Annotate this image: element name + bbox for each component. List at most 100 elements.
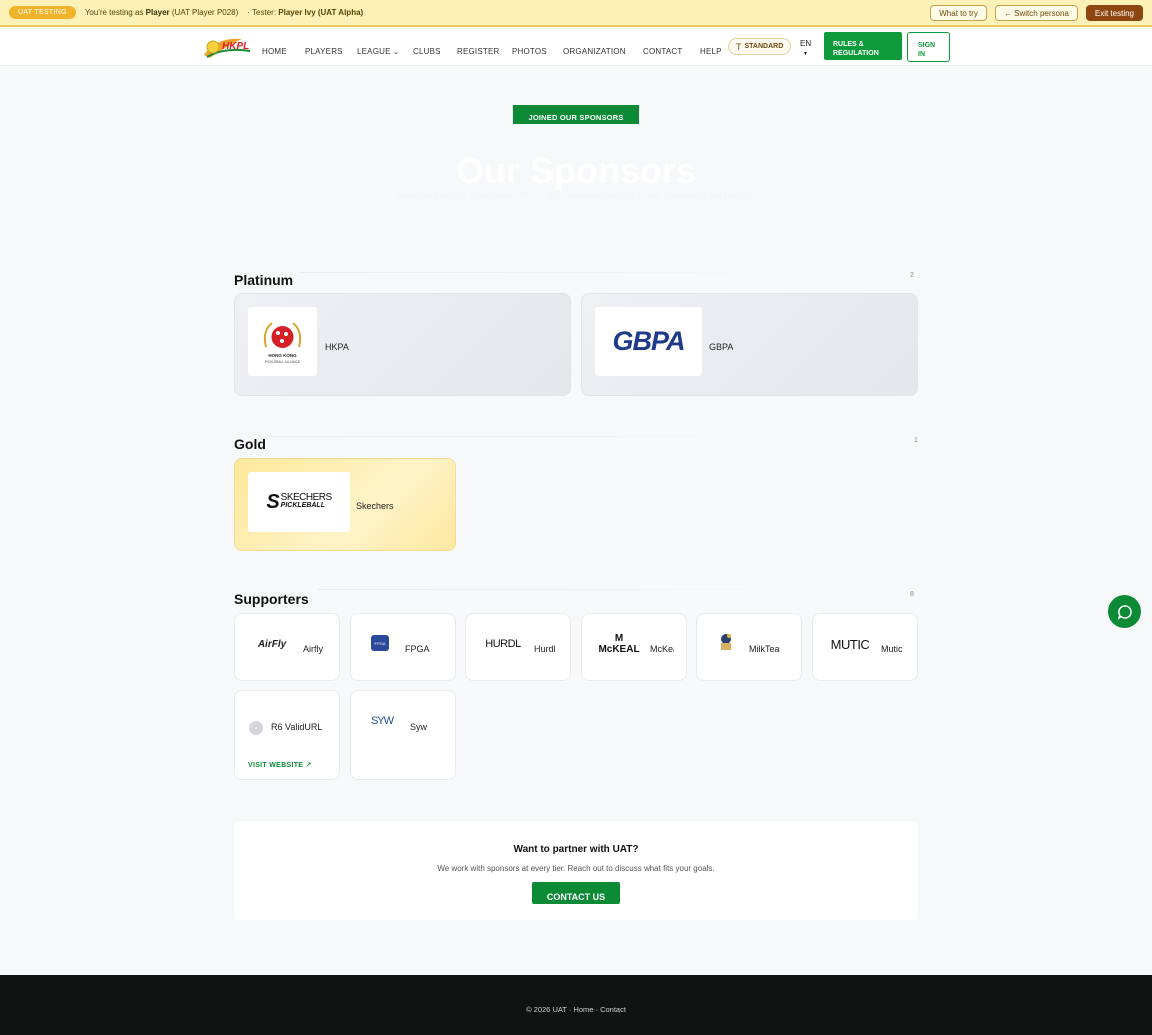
skechers-logo: S SKECHERS PICKLEBALL — [248, 472, 350, 532]
milktea-logo-icon — [721, 634, 731, 650]
uat-tester-name: Player Ivy (UAT Alpha) — [278, 8, 364, 17]
nav-photos[interactable]: PHOTOS — [512, 47, 547, 56]
skechers-logo-line2: PICKLEBALL — [280, 502, 325, 509]
partner-title: Want to partner with UAT? — [513, 844, 639, 855]
rules-regulation-button[interactable]: RULES & REGULATION — [824, 32, 902, 60]
chevron-down-icon: ▾ — [804, 51, 808, 57]
uat-actions: What to try ← Switch persona Exit testin… — [930, 5, 1143, 21]
supporter-card-hurdl[interactable]: HURDL Hurdl — [465, 613, 571, 681]
supporter-name: Mutic — [881, 644, 903, 654]
chevron-down-icon: ⌄ — [393, 49, 400, 56]
skechers-logo-line1: SKECHERS — [280, 492, 333, 503]
skechers-logo-words: SKECHERS PICKLEBALL — [280, 492, 333, 510]
nav-home[interactable]: HOME — [262, 47, 287, 56]
text-size-icon: T — [736, 41, 742, 52]
supporter-card-syw[interactable]: SYW Syw — [350, 690, 456, 780]
footer-text: © 2026 UAT · Home · Contact — [526, 1005, 626, 1014]
sponsor-name: Skechers — [356, 501, 394, 511]
joined-our-sponsors-button[interactable]: JOINED OUR SPONSORS — [513, 105, 639, 124]
sponsor-card-hkpa[interactable]: HONG KONG PICKLEBALL ALLIANCE HKPA — [234, 293, 571, 396]
sponsor-card-skechers[interactable]: S SKECHERS PICKLEBALL Skechers — [234, 458, 456, 551]
nav-contact[interactable]: CONTACT — [643, 47, 682, 56]
section-count-platinum: 2 — [910, 272, 914, 279]
uat-prefix: You're testing as — [84, 8, 146, 17]
visit-website-link[interactable]: VISIT WEBSITE ↗ — [248, 761, 312, 769]
supporter-name: McKeal — [650, 644, 674, 654]
fpga-logo: FPGA — [371, 635, 389, 651]
section-divider — [300, 272, 820, 273]
switch-persona-button[interactable]: ← Switch persona — [994, 5, 1078, 21]
sponsor-name: HKPA — [325, 342, 349, 352]
uat-persona-text: You're testing as Player (UAT Player P02… — [85, 8, 238, 17]
section-count-gold: 1 — [914, 437, 918, 444]
supporter-name: MilkTea — [749, 644, 780, 654]
syw-logo-text: SYW — [370, 715, 394, 727]
sign-in-button[interactable]: SIGN IN — [907, 32, 950, 62]
supporter-card-r6-validurl[interactable]: R6 ValidURL VISIT WEBSITE ↗ — [234, 690, 340, 780]
supporter-name: R6 ValidURL — [271, 722, 323, 732]
contact-us-button[interactable]: CONTACT US — [532, 882, 620, 904]
partner-description: We work with sponsors at every tier. Rea… — [437, 864, 715, 873]
hkpl-logo[interactable]: HKPL — [202, 33, 254, 61]
nav-league[interactable]: LEAGUE ⌄ — [357, 47, 399, 56]
what-to-try-button[interactable]: What to try — [930, 5, 987, 21]
nav-clubs[interactable]: CLUBS — [413, 47, 441, 56]
uat-tester-text: · Tester: Player Ivy (UAT Alpha) — [247, 8, 363, 17]
sponsor-card-gbpa[interactable]: GBPA GBPA — [581, 293, 918, 396]
rules-label-2: REGULATION — [833, 50, 879, 57]
section-divider — [268, 436, 828, 437]
chat-bubble-icon — [1117, 604, 1132, 620]
chat-button[interactable] — [1108, 595, 1141, 628]
main-nav: HKPL HOME PLAYERS LEAGUE ⌄ CLUBS REGISTE… — [0, 27, 1152, 66]
text-size-label: STANDARD — [744, 43, 784, 50]
nav-help[interactable]: HELP — [700, 47, 722, 56]
uat-role: Player — [145, 8, 170, 17]
hurdl-logo: HURDL — [479, 632, 527, 656]
text-size-toggle[interactable]: T STANDARD — [728, 38, 792, 55]
language-selector[interactable]: EN ▾ — [800, 39, 811, 59]
supporter-name: FPGA — [405, 644, 430, 654]
footer: © 2026 UAT · Home · Contact — [0, 975, 1152, 1035]
supporter-name: Airfly — [303, 644, 323, 654]
milktea-logo — [715, 631, 737, 655]
supporter-card-mckeal[interactable]: M McKEAL McKeal — [581, 613, 687, 681]
supporter-name: Hurdl — [534, 644, 556, 654]
supporter-card-fpga[interactable]: FPGA FPGA — [350, 613, 456, 681]
mckeal-m-icon: M — [614, 632, 624, 644]
uat-testing-pill: UAT TESTING — [9, 6, 76, 19]
nav-players[interactable]: PLAYERS — [305, 47, 343, 56]
hkpl-logo-icon: HKPL — [204, 38, 251, 58]
skechers-s-icon: S — [266, 490, 280, 513]
page-title: Our Sponsors — [455, 150, 697, 191]
section-divider — [318, 589, 838, 590]
nav-register[interactable]: REGISTER — [457, 47, 500, 56]
supporter-card-airfly[interactable]: AirFly Airfly — [234, 613, 340, 681]
signin-label-2: IN — [918, 51, 925, 58]
supporter-card-milktea[interactable]: MilkTea — [696, 613, 802, 681]
airfly-logo: AirFly — [248, 632, 296, 656]
exit-testing-button[interactable]: Exit testing — [1085, 5, 1143, 21]
rules-label-1: RULES & — [833, 41, 864, 48]
gbpa-logo-text: GBPA — [612, 326, 685, 356]
page-subtitle: Meet the partners who power UAT — from p… — [397, 190, 755, 200]
airfly-logo-text: AirFly — [257, 638, 287, 650]
mutic-logo: MUTIC — [826, 632, 874, 656]
syw-logo: SYW — [368, 711, 396, 731]
partner-cta-box: Want to partner with UAT? We work with s… — [234, 821, 918, 920]
section-title-platinum: Platinum — [234, 272, 294, 288]
logo-text: HKPL — [222, 41, 249, 52]
mckeal-logo-text: McKEAL — [598, 643, 640, 655]
nav-organization[interactable]: ORGANIZATION — [563, 47, 626, 56]
section-title-supporters: Supporters — [234, 591, 309, 607]
supporter-name: Syw — [410, 722, 428, 732]
uat-player: (UAT Player P028) — [169, 8, 239, 17]
mckeal-logo: M McKEAL — [595, 628, 643, 660]
language-label: EN — [800, 39, 812, 48]
gbpa-logo: GBPA — [595, 307, 702, 376]
nav-league-label: LEAGUE — [357, 47, 391, 56]
uat-tester-label: · Tester: — [247, 8, 279, 17]
supporter-card-mutic[interactable]: MUTIC Mutic — [812, 613, 918, 681]
hkpa-logo-line1: HONG KONG — [268, 353, 297, 358]
uat-testing-banner: UAT TESTING You're testing as Player (UA… — [0, 0, 1152, 27]
hkpa-logo-icon: HONG KONG PICKLEBALL ALLIANCE — [263, 322, 302, 364]
